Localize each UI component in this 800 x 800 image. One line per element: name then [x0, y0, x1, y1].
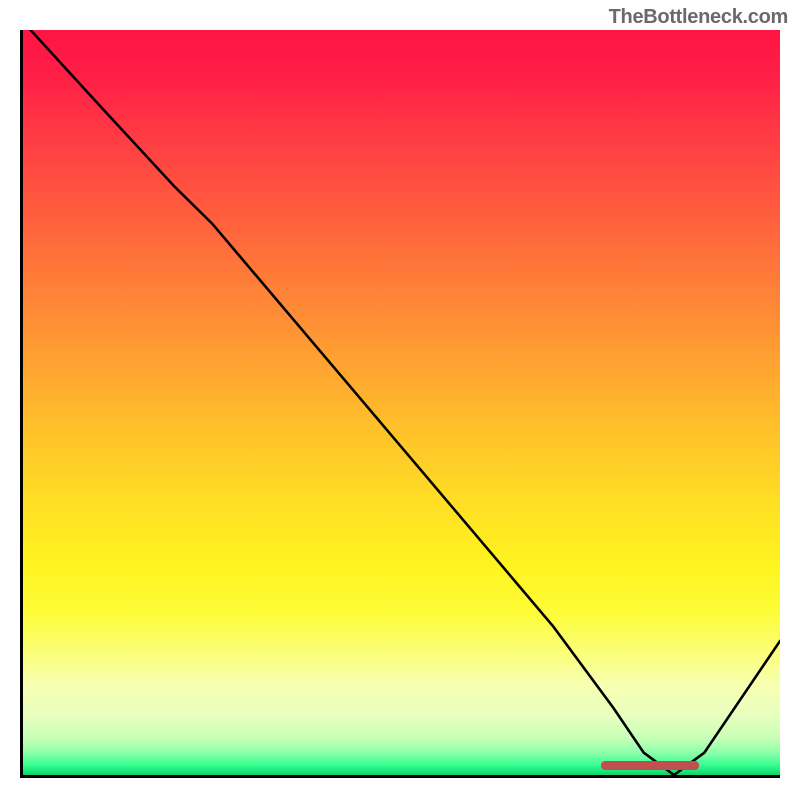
plot-area [20, 30, 780, 778]
watermark-text: TheBottleneck.com [609, 6, 788, 29]
optimal-range-marker [601, 761, 700, 770]
gradient-background [23, 30, 780, 775]
chart-container: TheBottleneck.com [0, 0, 800, 800]
